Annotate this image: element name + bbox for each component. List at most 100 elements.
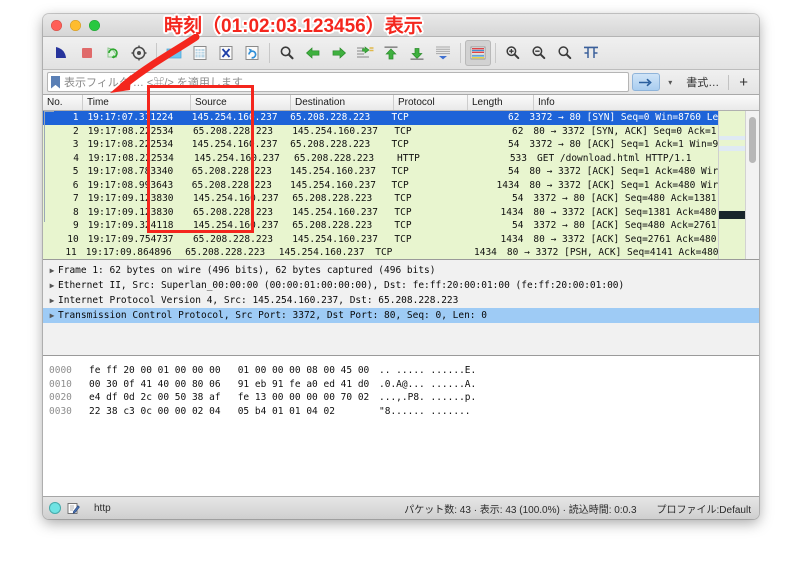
packet-time: 19:17:08.783340 (87, 166, 174, 177)
packet-list-header: No. Time Source Destination Protocol Len… (43, 95, 759, 111)
restart-capture-icon[interactable] (100, 40, 126, 66)
packet-protocol: TCP (391, 112, 409, 123)
packet-protocol: TCP (391, 166, 409, 177)
save-file-icon[interactable] (187, 40, 213, 66)
packet-list-row[interactable]: 6 19:17:08.993643 65.208.228.223 145.254.16… (43, 178, 718, 192)
packet-list-row[interactable]: 10 19:17:09.754737 65.208.228.223 145.254.1… (43, 232, 718, 246)
column-header-length[interactable]: Length (468, 95, 534, 110)
filter-format-button[interactable]: 書式… (680, 74, 725, 90)
status-profile[interactable]: プロファイル:Default (657, 501, 751, 516)
hex-dump-row[interactable]: 0000 fe ff 20 00 01 00 00 00 01 00 00 00 … (49, 364, 759, 378)
go-to-first-icon[interactable] (378, 40, 404, 66)
packet-destination: 145.254.160.237 (278, 247, 365, 258)
maximize-window-button[interactable] (89, 19, 100, 31)
main-toolbar (43, 37, 759, 70)
packet-time: 19:17:08.222534 (87, 139, 174, 150)
packet-no: 4 (73, 152, 79, 164)
bookmark-icon[interactable] (51, 75, 60, 89)
filter-dropdown-caret-icon[interactable]: ▾ (663, 74, 677, 90)
packet-list-scrollbar[interactable] (745, 111, 759, 259)
zoom-out-icon[interactable] (526, 40, 552, 66)
start-capture-icon[interactable] (48, 40, 74, 66)
go-to-packet-icon[interactable] (352, 40, 378, 66)
column-header-source[interactable]: Source (191, 95, 291, 110)
packet-no: 1 (72, 112, 79, 123)
packet-list-row[interactable]: 4 19:17:08.222534 145.254.160.237 65.208.22… (43, 151, 718, 165)
packet-list-row[interactable]: 7 19:17:09.123830 145.254.160.237 65.208.22… (43, 192, 718, 206)
scrollbar-thumb[interactable] (749, 117, 756, 163)
packet-no: 10 (67, 233, 79, 245)
hex-ascii: "8...... ....... (379, 405, 471, 417)
close-file-icon[interactable] (213, 40, 239, 66)
detail-tree-row[interactable]: ▶ Transmission Control Protocol, Src Port… (43, 308, 759, 323)
packet-no: 2 (73, 125, 79, 137)
capture-options-icon[interactable] (126, 40, 152, 66)
colorize-icon[interactable] (465, 40, 491, 66)
screenshot-root: 表示フィルタ … <⌘/> を適用します ▾ 書式… + No. Time So… (0, 0, 800, 575)
display-filter-input[interactable]: 表示フィルタ … <⌘/> を適用します (47, 72, 630, 92)
reload-file-icon[interactable] (239, 40, 265, 66)
apply-filter-button[interactable] (632, 73, 661, 91)
detail-tree-label: Frame 1: 62 bytes on wire (496 bits), 62… (58, 265, 436, 276)
packet-list-body: 1 19:17:07.311224 145.254.160.237 65.208.22… (43, 111, 759, 259)
hex-dump-row[interactable]: 0020 e4 df 0d 2c 00 50 38 af fe 13 00 00 … (49, 391, 759, 405)
expert-info-icon[interactable] (49, 502, 61, 514)
packet-list-row[interactable]: 9 19:17:09.324118 145.254.160.237 65.208.22… (43, 219, 718, 233)
packet-list-row[interactable]: 8 19:17:09.123830 65.208.228.223 145.254.16… (43, 205, 718, 219)
detail-tree-row[interactable]: ▶ Ethernet II, Src: Superlan_00:00:00 (00… (43, 278, 759, 293)
packet-length: 54 (511, 220, 524, 231)
find-packet-icon[interactable] (274, 40, 300, 66)
packet-time: 19:17:09.754737 (87, 233, 174, 245)
go-forward-icon[interactable] (326, 40, 352, 66)
expand-triangle-icon[interactable]: ▶ (46, 266, 58, 275)
column-header-info[interactable]: Info (534, 95, 759, 110)
go-back-icon[interactable] (300, 40, 326, 66)
window-traffic-lights (51, 19, 100, 31)
detail-tree-row[interactable]: ▶ Frame 1: 62 bytes on wire (496 bits), 6… (43, 263, 759, 278)
column-header-no[interactable]: No. (43, 95, 83, 110)
column-header-destination[interactable]: Destination (291, 95, 394, 110)
hex-offset: 0030 (49, 405, 72, 417)
packet-source: 145.254.160.237 (191, 112, 278, 123)
packet-no: 6 (72, 179, 79, 191)
hex-bytes: e4 df 0d 2c 00 50 38 af fe 13 00 00 00 0… (89, 392, 370, 404)
expand-triangle-icon[interactable]: ▶ (46, 296, 58, 305)
zoom-in-icon[interactable] (500, 40, 526, 66)
column-header-protocol[interactable]: Protocol (394, 95, 468, 110)
add-filter-button[interactable]: + (732, 75, 755, 90)
go-to-last-icon[interactable] (404, 40, 430, 66)
packet-list-row[interactable]: 1 19:17:07.311224 145.254.160.237 65.208.22… (43, 111, 718, 125)
packet-no: 5 (72, 166, 79, 177)
packet-source: 145.254.160.237 (194, 152, 280, 164)
column-header-time[interactable]: Time (83, 95, 191, 110)
zoom-reset-icon[interactable] (552, 40, 578, 66)
resize-columns-icon[interactable] (578, 40, 604, 66)
packet-list-row[interactable]: 2 19:17:08.222534 65.208.228.223 145.254.16… (43, 124, 718, 138)
packet-list-row[interactable]: 5 19:17:08.783340 65.208.228.223 145.254.16… (43, 165, 718, 179)
packet-protocol: TCP (394, 193, 412, 204)
open-file-icon[interactable] (161, 40, 187, 66)
packet-info: 80 → 3372 [PSH, ACK] Seq=4141 Ack=480 W (506, 247, 718, 258)
status-packet-stats: パケット数: 43 · 表示: 43 (100.0%) · 読込時間: 0:0.… (404, 504, 637, 516)
packet-time: 19:17:09.123830 (87, 193, 174, 204)
packet-list-row[interactable]: 11 19:17:09.864896 65.208.228.223 145.254.1… (43, 246, 718, 259)
capture-comment-icon[interactable] (67, 502, 80, 515)
hex-dump-row[interactable]: 0010 00 30 0f 41 40 00 80 06 91 eb 91 fe … (49, 378, 759, 392)
minimize-window-button[interactable] (70, 19, 81, 31)
packet-source: 145.254.160.237 (191, 139, 278, 150)
packet-list-minimap (718, 111, 745, 259)
detail-tree-row[interactable]: ▶ Internet Protocol Version 4, Src: 145.2… (43, 293, 759, 308)
packet-info: 80 → 3372 [ACK] Seq=2761 Ack=480 (533, 233, 717, 245)
display-filter-placeholder: 表示フィルタ … <⌘/> を適用します (64, 77, 243, 89)
expand-triangle-icon[interactable]: ▶ (46, 281, 58, 290)
packet-length: 1434 (474, 247, 497, 258)
packet-protocol: TCP (391, 139, 409, 150)
packet-list-row[interactable]: 3 19:17:08.222534 145.254.160.237 65.208.22… (43, 138, 718, 152)
expand-triangle-icon[interactable]: ▶ (46, 311, 58, 320)
hex-dump-row[interactable]: 0030 22 38 c3 0c 00 00 02 04 05 b4 01 01 … (49, 405, 759, 419)
hex-bytes: 00 30 0f 41 40 00 80 06 91 eb 91 fe a0 e… (89, 378, 370, 390)
close-window-button[interactable] (51, 19, 62, 31)
stop-capture-icon[interactable] (74, 40, 100, 66)
auto-scroll-icon[interactable] (430, 40, 456, 66)
packet-info: 80 → 3372 [SYN, ACK] Seq=0 Ack=1 (533, 125, 717, 137)
